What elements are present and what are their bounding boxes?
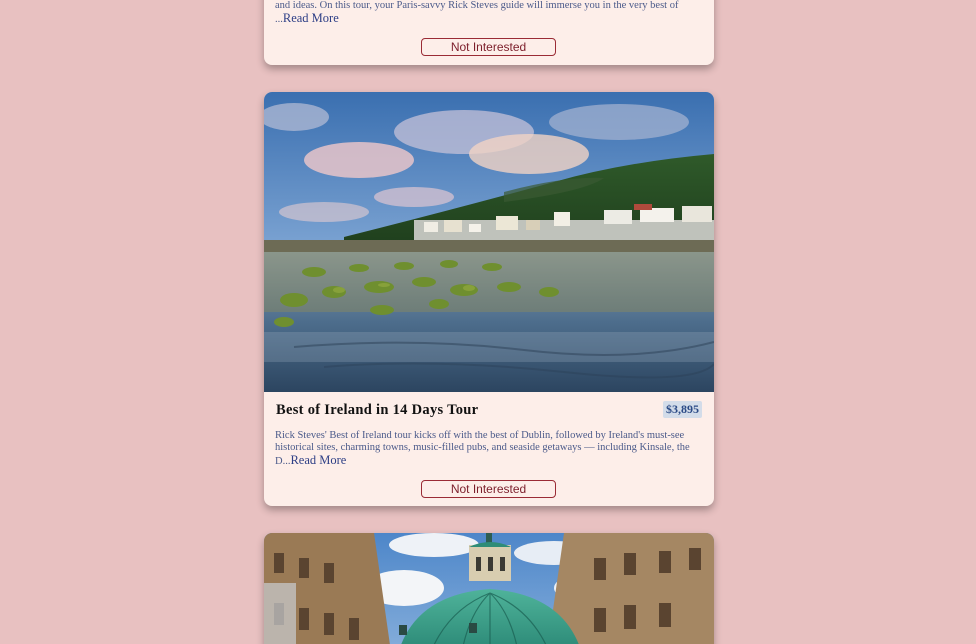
price-badge: $3,895	[663, 401, 702, 418]
tour-title[interactable]: Best of Ireland in 14 Days Tour	[276, 402, 478, 419]
not-interested-button[interactable]: Not Interested	[421, 38, 556, 56]
tour-photo-domed-building[interactable]	[264, 533, 714, 644]
tour-photo-ireland-coast[interactable]	[264, 92, 714, 392]
not-interested-button[interactable]: Not Interested	[421, 480, 556, 498]
tour-card-next	[264, 533, 714, 644]
tour-card-ireland: Best of Ireland in 14 Days Tour $3,895 R…	[264, 92, 714, 506]
tour-description: and ideas. On this tour, your Paris-savv…	[275, 0, 702, 26]
tour-list: and ideas. On this tour, your Paris-savv…	[0, 0, 976, 644]
tour-description: Rick Steves' Best of Ireland tour kicks …	[275, 430, 702, 468]
read-more-link[interactable]: Read More	[283, 11, 339, 25]
read-more-link[interactable]: Read More	[290, 453, 346, 467]
tour-card-paris: and ideas. On this tour, your Paris-savv…	[264, 0, 714, 65]
